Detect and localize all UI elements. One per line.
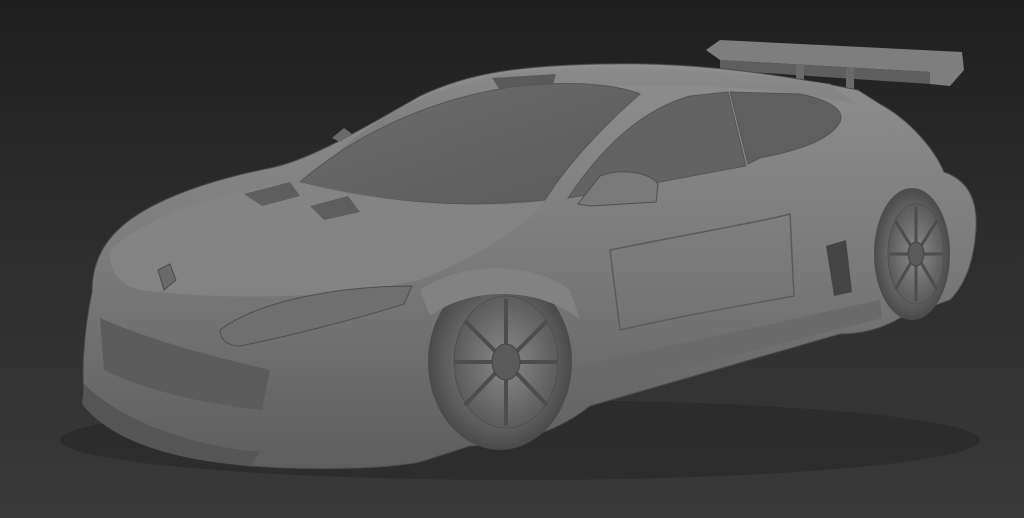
rear-wheel — [874, 188, 950, 320]
car-render — [60, 40, 980, 480]
viewport — [0, 0, 1024, 518]
